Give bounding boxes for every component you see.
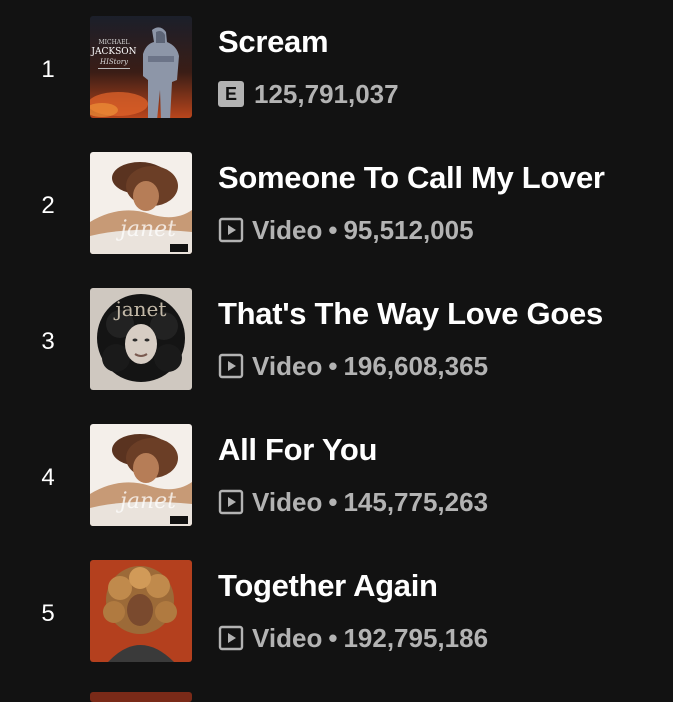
cover-script-janet: janet [115, 217, 176, 242]
track-meta: E 125,791,037 [218, 78, 399, 110]
next-track-cover-peek [90, 692, 192, 702]
media-type-label: Video [252, 214, 323, 245]
media-type-label: Video [252, 486, 323, 517]
cover-script-janet: janet [115, 489, 176, 514]
track-meta: Video • 145,775,263 [218, 486, 488, 518]
track-title: Scream [218, 24, 329, 59]
track-row-scream[interactable]: 1 MICHAEL JACKSON HIStory Scream E 125,7… [0, 16, 673, 126]
video-icon [218, 353, 244, 379]
play-count: 145,775,263 [343, 486, 489, 517]
track-row-thats-the-way-love-goes[interactable]: 3 janet That's The Way Love Goes Video •… [0, 288, 673, 398]
cover-text-janet: janet [114, 297, 167, 321]
track-title: That's The Way Love Goes [218, 296, 603, 331]
track-title: Someone To Call My Lover [218, 160, 605, 195]
media-type-label: Video [252, 622, 323, 653]
explicit-badge: E [218, 81, 244, 107]
media-type-label: Video [252, 350, 323, 381]
track-rank: 1 [41, 56, 55, 83]
track-meta: Video • 196,608,365 [218, 350, 488, 382]
track-title: All For You [218, 432, 378, 467]
track-rank: 3 [41, 328, 55, 355]
track-rank: 5 [41, 600, 55, 627]
play-count: 125,791,037 [254, 78, 399, 109]
separator-dot: • [328, 214, 338, 245]
video-icon [218, 489, 244, 515]
video-icon [218, 217, 244, 243]
track-rank: 2 [41, 192, 55, 219]
track-rank: 4 [41, 464, 55, 491]
album-cover-janet: janet [90, 288, 192, 390]
album-cover-all-for-you: janet [90, 152, 192, 254]
track-row-someone-to-call-my-lover[interactable]: 2 janet Someone To Call My Lover Video •… [0, 152, 673, 262]
track-row-all-for-you[interactable]: 4 janet All For You Video • 145,775,263 [0, 424, 673, 534]
separator-dot: • [328, 486, 338, 517]
album-cover-velvet-rope [90, 560, 192, 662]
cover-text-history: HIStory [99, 58, 129, 66]
separator-dot: • [328, 350, 338, 381]
popular-tracks-list: 1 MICHAEL JACKSON HIStory Scream E 125,7… [0, 0, 673, 702]
track-row-together-again[interactable]: 5 Together Again Video • 192,795,186 [0, 560, 673, 670]
play-count: 196,608,365 [343, 350, 489, 381]
track-meta: Video • 192,795,186 [218, 622, 488, 654]
track-title: Together Again [218, 568, 438, 603]
play-count: 95,512,005 [343, 214, 474, 245]
cover-text-jackson: JACKSON [90, 47, 136, 57]
album-cover-history: MICHAEL JACKSON HIStory [90, 16, 192, 118]
track-meta: Video • 95,512,005 [218, 214, 474, 246]
video-icon [218, 625, 244, 651]
cover-text-michael: MICHAEL [98, 39, 129, 46]
album-cover-all-for-you: janet [90, 424, 192, 526]
play-count: 192,795,186 [343, 622, 489, 653]
separator-dot: • [328, 622, 338, 653]
